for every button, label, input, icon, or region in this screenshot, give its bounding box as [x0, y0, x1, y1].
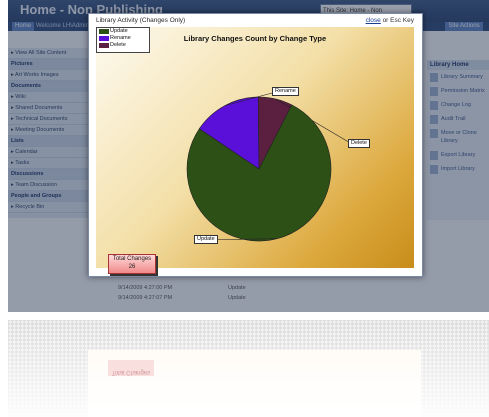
total-changes-value: 26: [128, 264, 136, 270]
pie-label-update: Update: [194, 235, 218, 244]
reflection-total-label: Total Changes: [111, 369, 151, 375]
dialog-title: Library Activity (Changes Only): [96, 17, 186, 24]
library-activity-dialog: Library Activity (Changes Only) close or…: [88, 13, 423, 277]
dialog-close-area: close or Esc Key: [366, 17, 414, 24]
total-changes-label: Total Changes: [112, 256, 152, 262]
pie-label-rename: Rename: [272, 87, 299, 96]
total-changes-box: Total Changes 26: [108, 254, 156, 274]
reflection-fade: [8, 320, 489, 417]
screenshot-stage: Home - Non Publishing This Site: Home - …: [0, 0, 489, 417]
chart-area: Library Changes Count by Change Type Upd…: [96, 27, 414, 274]
close-link[interactable]: close: [366, 17, 381, 24]
reflection: Total Changes: [8, 320, 489, 417]
reflection-total-box: Total Changes: [108, 360, 154, 376]
close-hint: or Esc Key: [380, 17, 414, 24]
pie-label-delete: Delete: [348, 139, 370, 148]
